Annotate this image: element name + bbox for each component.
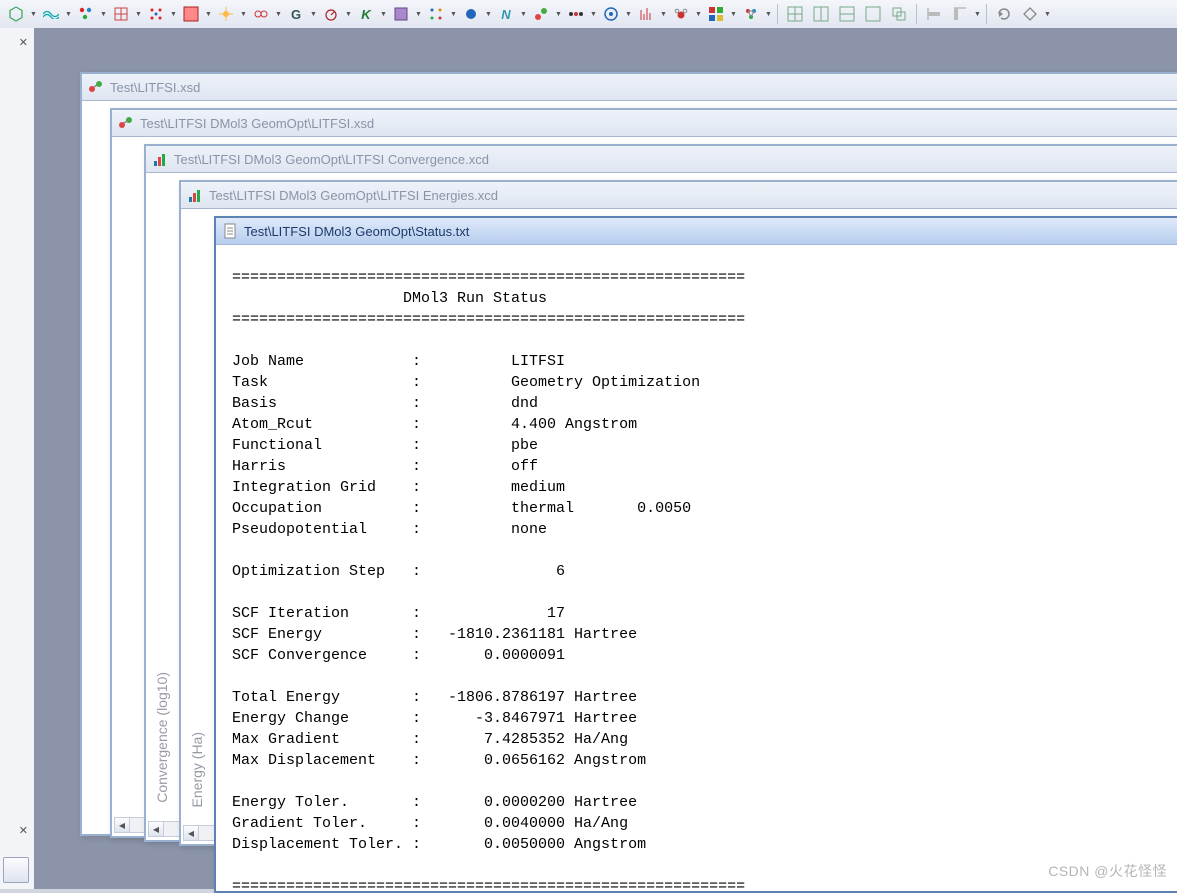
window-title: Test\LITFSI.xsd [110,80,200,95]
titlebar[interactable]: Test\LITFSI DMol3 GeomOpt\LITFSI.xsd [112,110,1177,137]
molecule-icon [118,115,134,131]
dropdown-icon[interactable]: ▼ [625,3,632,25]
tool-cluster-icon[interactable] [739,2,763,26]
dropdown-icon[interactable]: ▼ [135,3,142,25]
titlebar[interactable]: Test\LITFSI DMol3 GeomOpt\LITFSI Converg… [146,146,1177,173]
titlebar[interactable]: Test\LITFSI.xsd [82,74,1177,101]
scroll-left-icon[interactable]: ◀ [115,818,130,832]
tool-G-icon[interactable]: G [284,2,308,26]
tool-grid3-icon[interactable] [835,2,859,26]
tool-bond-icon[interactable] [529,2,553,26]
window-status-txt[interactable]: Test\LITFSI DMol3 GeomOpt\Status.txt ===… [214,216,1177,893]
dropdown-icon[interactable]: ▼ [660,3,667,25]
dropdown-icon[interactable]: ▼ [765,3,772,25]
dropdown-icon[interactable]: ▼ [310,3,317,25]
axis-label: Convergence (log10) [154,672,170,803]
tool-diamond-icon[interactable] [1018,2,1042,26]
dropdown-icon[interactable]: ▼ [695,3,702,25]
tool-gauge-icon[interactable] [319,2,343,26]
tool-grid4-icon[interactable] [861,2,885,26]
dropdown-icon[interactable]: ▼ [520,3,527,25]
dropdown-icon[interactable]: ▼ [485,3,492,25]
close-icon[interactable]: ✕ [19,36,28,49]
tool-dots-icon[interactable] [424,2,448,26]
mdi-area: Test\LITFSI.xsd Test\LITFSI DMol3 GeomOp… [34,28,1177,889]
tool-wave-icon[interactable] [39,2,63,26]
dropdown-icon[interactable]: ▼ [30,3,37,25]
text-file-icon [222,223,238,239]
tool-palette-icon[interactable] [704,2,728,26]
sidebar-button[interactable] [3,857,29,883]
tool-spectrum-icon[interactable] [634,2,658,26]
window-title: Test\LITFSI DMol3 GeomOpt\LITFSI.xsd [140,116,374,131]
titlebar[interactable]: Test\LITFSI DMol3 GeomOpt\Status.txt [216,218,1177,245]
window-title: Test\LITFSI DMol3 GeomOpt\LITFSI Energie… [209,188,498,203]
status-text: ========================================… [216,245,1177,890]
chart-icon [152,151,168,167]
dropdown-icon[interactable]: ▼ [555,3,562,25]
scroll-left-icon[interactable]: ◀ [149,822,164,836]
status-body: ========================================… [216,245,1177,890]
tool-K-icon[interactable]: K [354,2,378,26]
dropdown-icon[interactable]: ▼ [1044,3,1051,25]
dropdown-icon[interactable]: ▼ [590,3,597,25]
dropdown-icon[interactable]: ▼ [65,3,72,25]
dropdown-icon[interactable]: ▼ [380,3,387,25]
tool-lattice-icon[interactable] [109,2,133,26]
dropdown-icon[interactable]: ▼ [450,3,457,25]
close-icon[interactable]: ✕ [19,824,28,837]
dropdown-icon[interactable]: ▼ [345,3,352,25]
tool-target-icon[interactable] [599,2,623,26]
dropdown-icon[interactable]: ▼ [730,3,737,25]
tool-star-icon[interactable] [214,2,238,26]
tool-N-icon[interactable]: N [494,2,518,26]
tool-blue-sphere-icon[interactable] [459,2,483,26]
tool-refresh-icon[interactable] [992,2,1016,26]
tool-red-grid-icon[interactable] [179,2,203,26]
tool-align2-icon[interactable] [948,2,972,26]
dropdown-icon[interactable]: ▼ [275,3,282,25]
scroll-left-icon[interactable]: ◀ [184,826,199,840]
dropdown-icon[interactable]: ▼ [205,3,212,25]
dropdown-icon[interactable]: ▼ [100,3,107,25]
window-title: Test\LITFSI DMol3 GeomOpt\LITFSI Converg… [174,152,489,167]
dropdown-icon[interactable]: ▼ [974,3,981,25]
axis-label: Energy (Ha) [189,732,205,807]
dropdown-icon[interactable]: ▼ [415,3,422,25]
tool-purple-grid-icon[interactable] [389,2,413,26]
tool-circles-icon[interactable] [249,2,273,26]
tool-grid2-icon[interactable] [809,2,833,26]
tool-chain-icon[interactable] [564,2,588,26]
chart-icon [187,187,203,203]
sidebar: ✕ ✕ [0,28,35,889]
dropdown-icon[interactable]: ▼ [170,3,177,25]
tool-water-icon[interactable] [669,2,693,26]
watermark: CSDN @火花怪怪 [1048,861,1167,881]
tool-grid5-icon[interactable] [887,2,911,26]
molecule-icon [88,79,104,95]
dropdown-icon[interactable]: ▼ [240,3,247,25]
tool-crystal-icon[interactable] [144,2,168,26]
toolbar: ▼ ▼ ▼ ▼ ▼ ▼ ▼ ▼ G▼ ▼ K▼ ▼ ▼ ▼ N▼ ▼ ▼ ▼ ▼… [0,0,1177,29]
tool-align1-icon[interactable] [922,2,946,26]
tool-molecules-icon[interactable] [74,2,98,26]
titlebar[interactable]: Test\LITFSI DMol3 GeomOpt\LITFSI Energie… [181,182,1177,209]
tool-grid1-icon[interactable] [783,2,807,26]
tool-benzene-icon[interactable] [4,2,28,26]
window-title: Test\LITFSI DMol3 GeomOpt\Status.txt [244,224,469,239]
